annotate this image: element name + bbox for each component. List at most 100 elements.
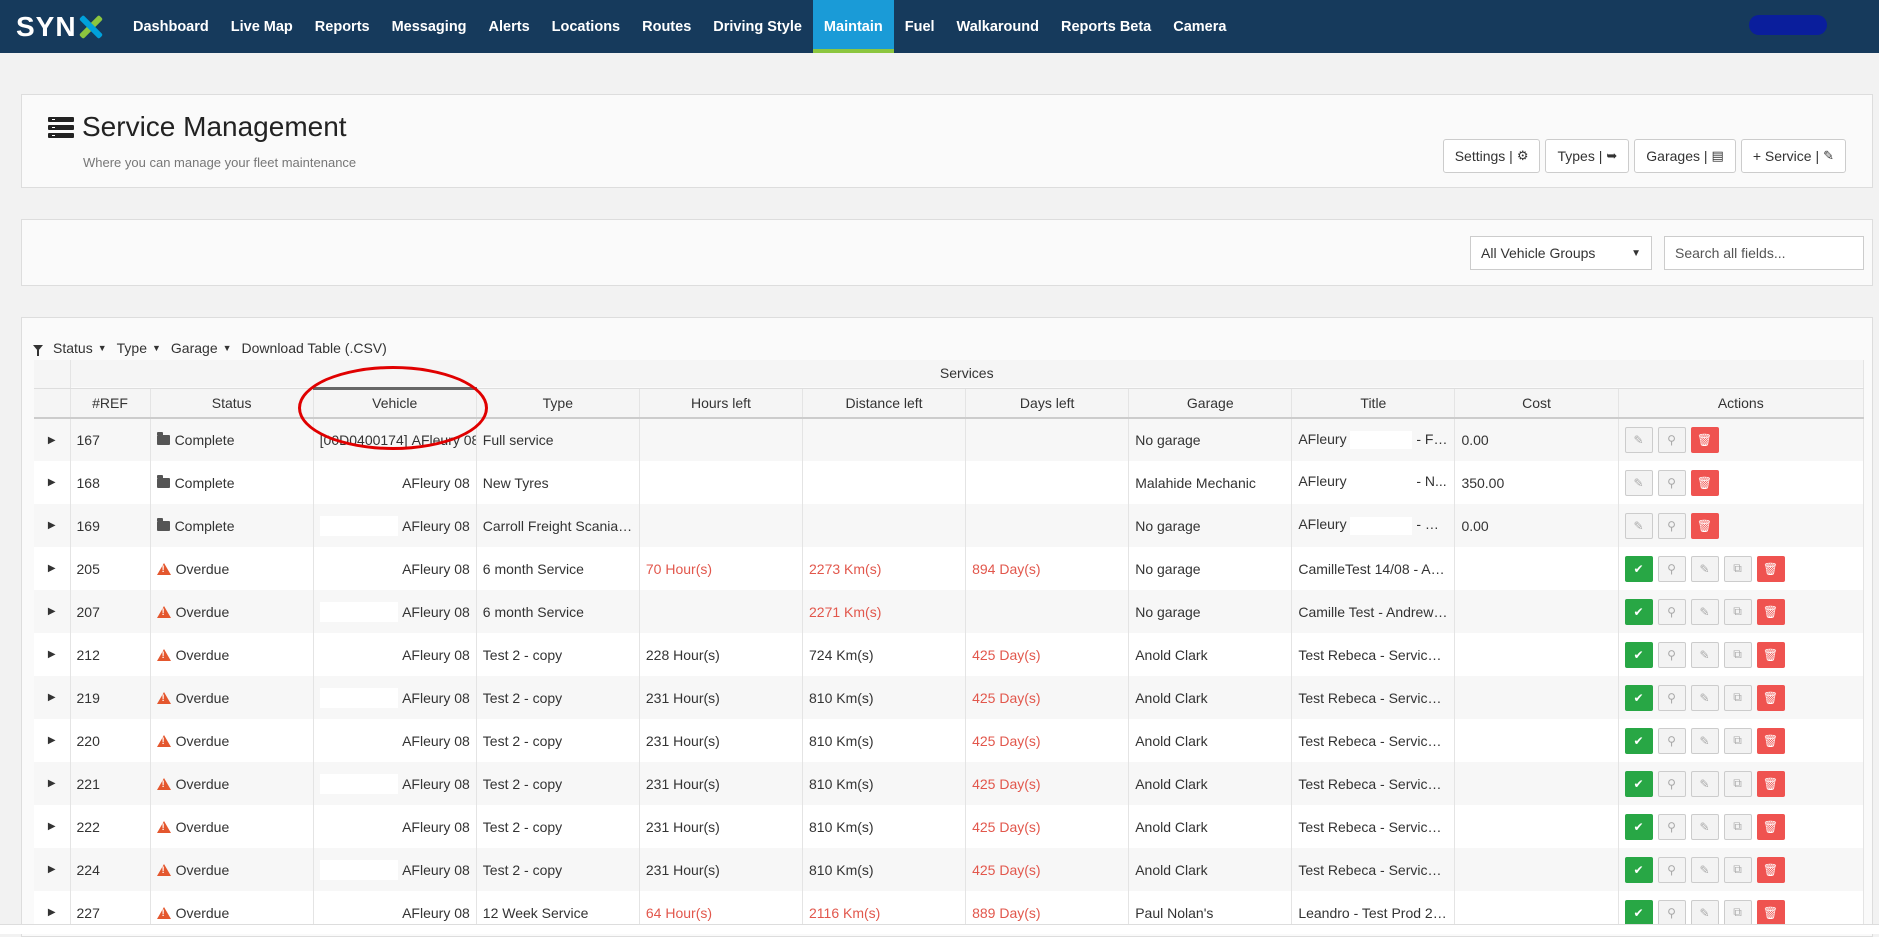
- expand-row-icon[interactable]: ▶: [34, 805, 71, 848]
- synx-logo[interactable]: SYN: [0, 0, 120, 53]
- delete-icon[interactable]: 🗑: [1756, 598, 1785, 625]
- delete-icon[interactable]: 🗑: [1690, 512, 1719, 539]
- nav-item-locations[interactable]: Locations: [541, 0, 631, 53]
- edit-icon[interactable]: ✎: [1690, 770, 1719, 797]
- copy-icon[interactable]: ⧉: [1723, 598, 1752, 625]
- delete-icon[interactable]: 🗑: [1690, 469, 1719, 496]
- complete-icon[interactable]: ✔: [1624, 727, 1653, 754]
- garage-filter-dropdown[interactable]: Garage ▼: [171, 340, 232, 356]
- expand-row-icon[interactable]: ▶: [34, 504, 71, 547]
- complete-icon[interactable]: ✔: [1624, 813, 1653, 840]
- nav-item-dashboard[interactable]: Dashboard: [122, 0, 220, 53]
- edit-icon[interactable]: ✎: [1690, 856, 1719, 883]
- col-garage[interactable]: Garage: [1128, 388, 1293, 419]
- expand-row-icon[interactable]: ▶: [34, 676, 71, 719]
- types-button[interactable]: Types | ➥: [1545, 139, 1630, 173]
- attach-icon[interactable]: ⚲: [1657, 770, 1686, 797]
- col-days-left[interactable]: Days left: [965, 388, 1130, 419]
- attach-icon[interactable]: ⚲: [1657, 469, 1686, 496]
- attach-icon[interactable]: ⚲: [1657, 727, 1686, 754]
- nav-item-reports[interactable]: Reports: [304, 0, 381, 53]
- nav-item-walkaround[interactable]: Walkaround: [946, 0, 1050, 53]
- attach-icon[interactable]: ⚲: [1657, 813, 1686, 840]
- complete-icon[interactable]: ✔: [1624, 856, 1653, 883]
- col-ref[interactable]: #REF: [70, 388, 151, 419]
- complete-icon[interactable]: ✔: [1624, 641, 1653, 668]
- edit-icon[interactable]: ✎: [1690, 684, 1719, 711]
- edit-icon[interactable]: ✎: [1624, 427, 1653, 453]
- nav-item-fuel[interactable]: Fuel: [894, 0, 946, 53]
- add-service-button[interactable]: + Service | ✎: [1740, 139, 1846, 173]
- delete-icon[interactable]: 🗑: [1756, 856, 1785, 883]
- delete-icon[interactable]: 🗑: [1756, 813, 1785, 840]
- nav-item-live-map[interactable]: Live Map: [220, 0, 304, 53]
- nav-item-driving-style[interactable]: Driving Style: [702, 0, 813, 53]
- expand-row-icon[interactable]: ▶: [34, 762, 71, 805]
- delete-icon[interactable]: 🗑: [1690, 427, 1719, 453]
- attach-icon[interactable]: ⚲: [1657, 899, 1686, 926]
- attach-icon[interactable]: ⚲: [1657, 856, 1686, 883]
- copy-icon[interactable]: ⧉: [1723, 856, 1752, 883]
- nav-item-maintain[interactable]: Maintain: [812, 0, 894, 53]
- type-filter-dropdown[interactable]: Type ▼: [117, 340, 161, 356]
- expand-row-icon[interactable]: ▶: [34, 418, 71, 461]
- settings-button[interactable]: Settings | ⚙: [1442, 139, 1541, 173]
- table-row[interactable]: ▶ 205 Overdue AFleury 08 6 month Service…: [34, 547, 1865, 590]
- nav-item-messaging[interactable]: Messaging: [381, 0, 478, 53]
- delete-icon[interactable]: 🗑: [1756, 555, 1785, 582]
- copy-icon[interactable]: ⧉: [1723, 727, 1752, 754]
- delete-icon[interactable]: 🗑: [1756, 899, 1785, 926]
- vehicle-group-select[interactable]: All Vehicle Groups ▼: [1470, 236, 1652, 270]
- copy-icon[interactable]: ⧉: [1723, 813, 1752, 840]
- garages-button[interactable]: Garages | ▤: [1634, 139, 1736, 173]
- edit-icon[interactable]: ✎: [1624, 469, 1653, 496]
- table-row[interactable]: ▶ 220 Overdue AFleury 08 Test 2 - copy 2…: [34, 719, 1865, 762]
- col-title[interactable]: Title: [1291, 388, 1456, 419]
- delete-icon[interactable]: 🗑: [1756, 770, 1785, 797]
- table-row[interactable]: ▶ 212 Overdue AFleury 08 Test 2 - copy 2…: [34, 633, 1865, 676]
- col-cost[interactable]: Cost: [1454, 388, 1619, 419]
- table-row[interactable]: ▶ 168 Complete AFleury 08 New Tyres Mala…: [34, 461, 1865, 504]
- complete-icon[interactable]: ✔: [1624, 598, 1653, 625]
- edit-icon[interactable]: ✎: [1690, 727, 1719, 754]
- attach-icon[interactable]: ⚲: [1657, 598, 1686, 625]
- table-row[interactable]: ▶ 219 Overdue AFleury 08 Test 2 - copy 2…: [34, 676, 1865, 719]
- copy-icon[interactable]: ⧉: [1723, 770, 1752, 797]
- attach-icon[interactable]: ⚲: [1657, 512, 1686, 539]
- search-input[interactable]: [1664, 236, 1864, 270]
- complete-icon[interactable]: ✔: [1624, 555, 1653, 582]
- table-row[interactable]: ▶ 222 Overdue AFleury 08 Test 2 - copy 2…: [34, 805, 1865, 848]
- expand-row-icon[interactable]: ▶: [34, 547, 71, 590]
- col-type[interactable]: Type: [476, 388, 640, 419]
- expand-row-icon[interactable]: ▶: [34, 848, 71, 891]
- complete-icon[interactable]: ✔: [1624, 684, 1653, 711]
- edit-icon[interactable]: ✎: [1624, 512, 1653, 539]
- edit-icon[interactable]: ✎: [1690, 555, 1719, 582]
- edit-icon[interactable]: ✎: [1690, 598, 1719, 625]
- col-status[interactable]: Status: [150, 388, 314, 419]
- delete-icon[interactable]: 🗑: [1756, 641, 1785, 668]
- attach-icon[interactable]: ⚲: [1657, 427, 1686, 453]
- expand-row-icon[interactable]: ▶: [34, 461, 71, 504]
- copy-icon[interactable]: ⧉: [1723, 899, 1752, 926]
- col-distance-left[interactable]: Distance left: [802, 388, 967, 419]
- delete-icon[interactable]: 🗑: [1756, 727, 1785, 754]
- copy-icon[interactable]: ⧉: [1723, 684, 1752, 711]
- delete-icon[interactable]: 🗑: [1756, 684, 1785, 711]
- table-row[interactable]: ▶ 169 Complete AFleury 08 Carroll Freigh…: [34, 504, 1865, 547]
- expand-row-icon[interactable]: ▶: [34, 590, 71, 633]
- nav-item-routes[interactable]: Routes: [631, 0, 702, 53]
- complete-icon[interactable]: ✔: [1624, 899, 1653, 926]
- attach-icon[interactable]: ⚲: [1657, 641, 1686, 668]
- complete-icon[interactable]: ✔: [1624, 770, 1653, 797]
- nav-item-alerts[interactable]: Alerts: [478, 0, 541, 53]
- edit-icon[interactable]: ✎: [1690, 813, 1719, 840]
- attach-icon[interactable]: ⚲: [1657, 555, 1686, 582]
- copy-icon[interactable]: ⧉: [1723, 555, 1752, 582]
- table-row[interactable]: ▶ 221 Overdue AFleury 08 Test 2 - copy 2…: [34, 762, 1865, 805]
- expand-row-icon[interactable]: ▶: [34, 633, 71, 676]
- download-csv-link[interactable]: Download Table (.CSV): [242, 340, 387, 356]
- nav-item-camera[interactable]: Camera: [1162, 0, 1237, 53]
- col-hours-left[interactable]: Hours left: [639, 388, 804, 419]
- expand-row-icon[interactable]: ▶: [34, 719, 71, 762]
